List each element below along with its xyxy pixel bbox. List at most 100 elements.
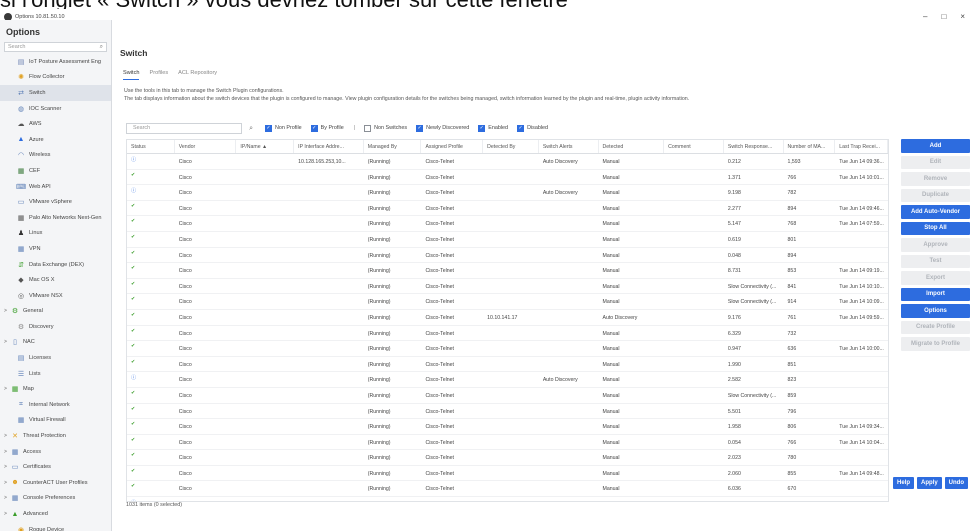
sidebar-item[interactable]: ▦ CEF (0, 163, 111, 179)
sidebar-item[interactable]: > ▭ Certificates (0, 459, 111, 475)
checkbox-icon[interactable]: ✓ (478, 124, 486, 132)
column-header[interactable]: IP Interface Addre... (294, 140, 364, 153)
add-button[interactable]: Add (901, 139, 970, 153)
sidebar-item[interactable]: ◍ IOC Scanner (0, 101, 111, 117)
tab-acl-repository[interactable]: ACL Repository (178, 70, 217, 80)
sidebar-item[interactable]: ⚙ Discovery (0, 319, 111, 335)
table-row[interactable]: ✔ Cisco (Running) Cisco-Telnet Manual Slow Co… (127, 279, 888, 295)
table-row[interactable]: ✔ Cisco (Running) Cisco-Telnet Manual 2.277 89… (127, 200, 888, 217)
sidebar-item[interactable]: ◉ Rogue Device (0, 522, 111, 531)
column-header[interactable]: Switch Response... (724, 140, 784, 153)
sidebar-item[interactable]: > ▯ NAC (0, 335, 111, 351)
column-header[interactable]: Comment (664, 140, 724, 153)
filter-checkbox[interactable]: Non Switches (364, 124, 407, 132)
sidebar-item[interactable]: ▲ Azure (0, 132, 111, 148)
sidebar-item[interactable]: ▤ Licenses (0, 350, 111, 366)
table-row[interactable]: ✔ Cisco (Running) Cisco-Telnet Manual 5.147 76… (127, 216, 888, 232)
table-row[interactable]: ✔ Cisco (Running) Cisco-Telnet 10.10.141.17 A… (127, 310, 888, 326)
export-button[interactable]: Export (901, 271, 970, 285)
sidebar-item[interactable]: ⇵ Data Exchange (DEX) (0, 257, 111, 273)
checkbox-icon[interactable]: ✓ (310, 124, 318, 132)
column-header[interactable]: Detected By (483, 140, 539, 153)
table-row[interactable]: ✔ Cisco (Running) Cisco-Telnet Manual 1.958 80… (127, 419, 888, 435)
filter-checkbox[interactable]: ✓ Enabled (478, 124, 508, 132)
sidebar-item[interactable]: ◠ Wireless (0, 148, 111, 164)
sidebar-item[interactable]: > ✕ Threat Protection (0, 428, 111, 444)
table-row[interactable]: ⓘCisco(Running)Cisco-TelnetAuto Discover… (127, 497, 888, 501)
column-header[interactable]: Status (127, 140, 175, 153)
sidebar-item[interactable]: ▦ VPN (0, 241, 111, 257)
search-icon[interactable]: ⌕ (100, 44, 103, 51)
duplicate-button[interactable]: Duplicate (901, 188, 970, 202)
migrate-to-profile-button[interactable]: Migrate to Profile (901, 337, 970, 351)
column-header[interactable]: Detected (599, 140, 665, 153)
table-row[interactable]: ✔ Cisco (Running) Cisco-Telnet Manual Slow Co… (127, 294, 888, 310)
checkbox-icon[interactable]: ✓ (416, 124, 424, 132)
sidebar-item[interactable]: > ☻ CounterACT User Profiles (0, 475, 111, 491)
remove-button[interactable]: Remove (901, 172, 970, 186)
undo-button[interactable]: Undo (944, 477, 968, 489)
table-row[interactable]: ⓘCisco(Running)Cisco-TelnetAuto Discover… (127, 372, 888, 388)
sidebar-item[interactable]: ⌨ Web API (0, 179, 111, 195)
test-button[interactable]: Test (901, 254, 970, 268)
table-row[interactable]: ✔ Cisco (Running) Cisco-Telnet Manual 2.060 85… (127, 466, 888, 482)
sidebar-item[interactable]: ⇄ Switch (0, 85, 111, 101)
table-row[interactable]: ✔ Cisco (Running) Cisco-Telnet Manual 8.731 85… (127, 263, 888, 279)
options-button[interactable]: Options (901, 304, 970, 318)
checkbox-icon[interactable]: ✓ (265, 124, 272, 132)
table-row[interactable]: ✔ Cisco (Running) Cisco-Telnet Manual 5.501 79… (127, 404, 888, 420)
minimize-icon[interactable]: – (923, 12, 927, 21)
maximize-icon[interactable]: □ (941, 12, 946, 21)
column-header[interactable]: Assigned Profile (421, 140, 484, 153)
edit-button[interactable]: Edit (901, 155, 970, 169)
tab-profiles[interactable]: Profiles (149, 70, 168, 80)
sidebar-item[interactable]: ☁ AWS (0, 116, 111, 132)
sidebar-item[interactable]: ☰ Lists (0, 366, 111, 382)
checkbox-icon[interactable]: ✓ (517, 124, 525, 132)
table-row[interactable]: ✔ Cisco (Running) Cisco-Telnet Manual 6.036 67… (127, 481, 888, 498)
filter-checkbox[interactable]: ✓ Newly Discovered (416, 124, 469, 132)
sidebar-item[interactable]: ♟ Linux (0, 226, 111, 242)
table-row[interactable]: ✔ Cisco (Running) Cisco-Telnet Manual 0.054 76… (127, 435, 888, 451)
column-header[interactable]: Vendor (175, 140, 237, 153)
sidebar-item[interactable]: ▦ Palo Alto Networks Next-Gen (0, 210, 111, 226)
apply-button[interactable]: Apply (917, 477, 942, 489)
sidebar-item[interactable]: > ▲ Advanced (0, 506, 111, 522)
filter-checkbox[interactable]: ✓ Non Profile (265, 124, 302, 132)
approve-button[interactable]: Approve (901, 238, 970, 252)
table-row[interactable]: ⓘCisco(Running)Cisco-TelnetAuto Discover… (127, 185, 888, 201)
sidebar-item[interactable]: ▤ IoT Posture Assessment Eng (0, 54, 111, 70)
column-header[interactable]: Number of MA... (784, 140, 836, 153)
sidebar-item[interactable]: > ▦ Map (0, 381, 111, 397)
help-button[interactable]: Help (892, 477, 914, 489)
close-icon[interactable]: × (960, 12, 965, 21)
sidebar-item[interactable]: ⌗ Internal Network (0, 397, 111, 413)
sidebar-item[interactable]: ◆ Mac OS X (0, 272, 111, 288)
table-row[interactable]: ✔ Cisco (Running) Cisco-Telnet Manual 1.990 85… (127, 356, 888, 373)
table-row[interactable]: ✔ Cisco (Running) Cisco-Telnet Manual 0.947 63… (127, 341, 888, 357)
import-button[interactable]: Import (901, 287, 970, 301)
checkbox-icon[interactable] (364, 124, 372, 132)
sidebar-item[interactable]: ✺ Flow Collector (0, 70, 111, 86)
sidebar-item[interactable]: > ▦ Console Preferences (0, 491, 111, 507)
table-row[interactable]: ✔ Cisco (Running) Cisco-Telnet Manual 2.023 78… (127, 450, 888, 466)
table-row[interactable]: ⓘ Cisco 10.128.165.253,10... (Running) Cisco… (127, 154, 888, 170)
table-row[interactable]: ✔ Cisco (Running) Cisco-Telnet Manual 6.329 73… (127, 325, 888, 342)
sidebar-item[interactable]: > ▦ Access (0, 444, 111, 460)
sidebar-item[interactable]: > ⚙ General (0, 304, 111, 320)
sidebar-search-input[interactable]: Search ⌕ (4, 42, 107, 52)
filter-checkbox[interactable]: ✓ Disabled (517, 124, 548, 132)
column-header[interactable]: Managed By (364, 140, 422, 153)
table-row[interactable]: ✔ Cisco (Running) Cisco-Telnet Manual Slow Co… (127, 387, 888, 404)
sidebar-item[interactable]: ◎ VMware NSX (0, 288, 111, 304)
tab-switch[interactable]: Switch (123, 70, 140, 80)
sidebar-item[interactable]: ▦ Virtual Firewall (0, 413, 111, 429)
table-row[interactable]: ✔ Cisco (Running) Cisco-Telnet Manual 0.619 80… (127, 231, 888, 248)
filter-checkbox[interactable]: ✓ By Profile (310, 124, 344, 132)
search-icon[interactable]: ⌕ (249, 125, 253, 133)
column-header[interactable]: Last Trap Recei... (835, 140, 888, 153)
column-header[interactable]: Switch Alerts (539, 140, 599, 153)
grid-search-input[interactable]: Search ⌕ (126, 122, 253, 134)
create-profile-button[interactable]: Create Profile (901, 320, 970, 334)
add-auto-vendor-button[interactable]: Add Auto-Vendor (901, 205, 970, 219)
